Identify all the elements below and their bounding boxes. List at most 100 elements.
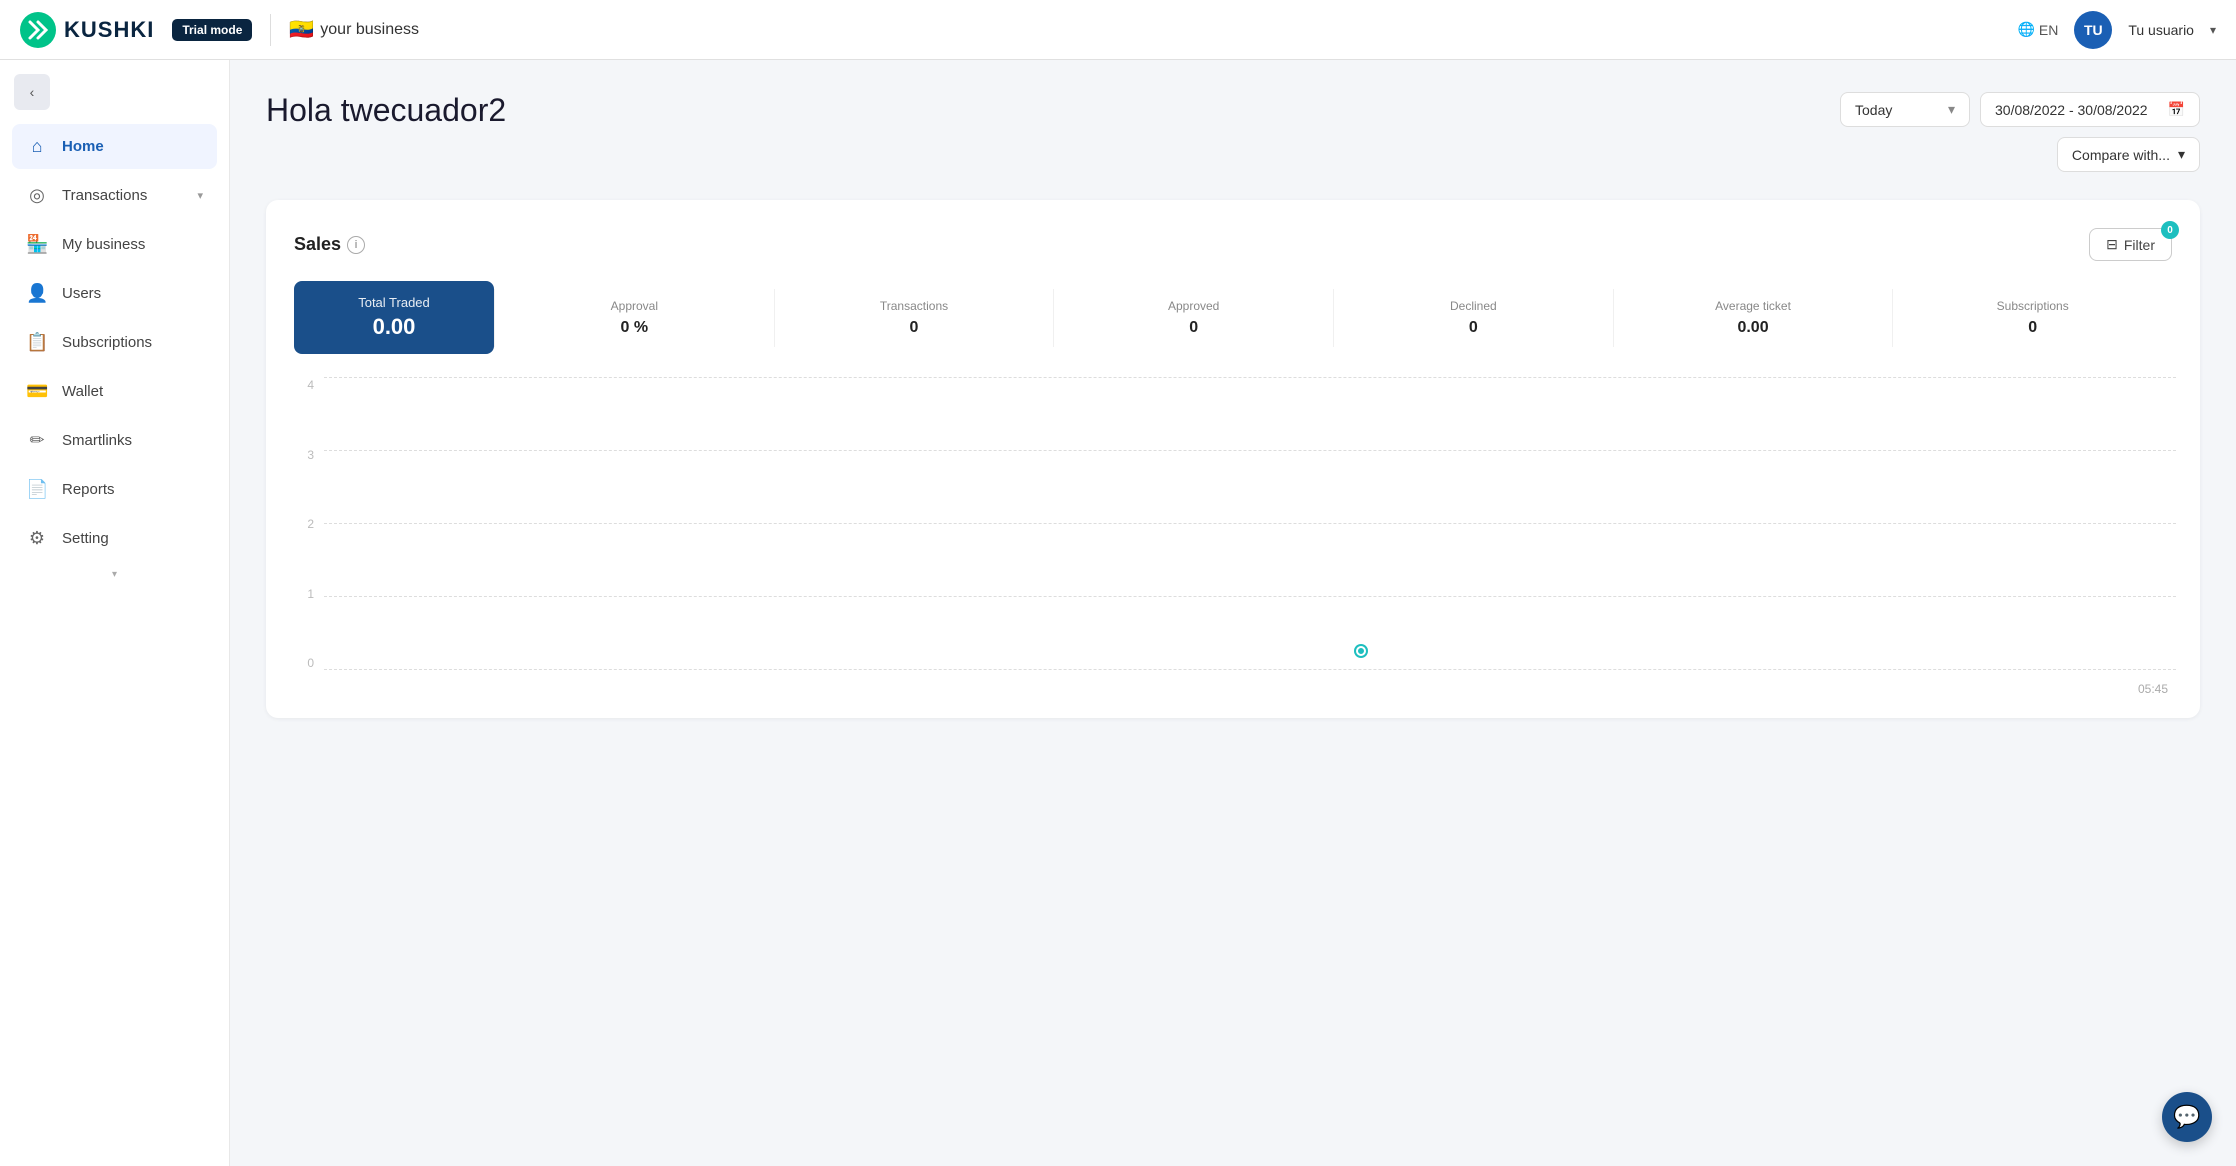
date-range-value: 30/08/2022 - 30/08/2022 (1995, 102, 2148, 118)
date-range-picker[interactable]: 30/08/2022 - 30/08/2022 📅 (1980, 92, 2200, 127)
sidebar-item-subscriptions[interactable]: 📋 Subscriptions (12, 320, 217, 365)
date-controls: Today ▾ 30/08/2022 - 30/08/2022 📅 (1840, 92, 2200, 127)
sidebar-item-label: My business (62, 236, 145, 253)
sidebar-item-label: Setting (62, 530, 109, 547)
total-traded-value: 0.00 (373, 314, 416, 340)
business-flag: 🇪🇨 (289, 17, 314, 42)
sidebar-item-label: Users (62, 285, 101, 302)
logo-text: KUSHKI (64, 17, 154, 43)
wallet-icon: 💳 (26, 381, 48, 402)
filter-count-badge: 0 (2161, 221, 2179, 239)
chart-data-point (1356, 646, 1366, 656)
sidebar-item-wallet[interactable]: 💳 Wallet (12, 369, 217, 414)
stats-row: Total Traded 0.00 Approval 0 % Transacti… (294, 281, 2172, 354)
header-controls: Today ▾ 30/08/2022 - 30/08/2022 📅 Compar… (1840, 92, 2200, 172)
chat-icon: 💬 (2173, 1104, 2200, 1130)
subscriptions-icon: 📋 (26, 332, 48, 353)
metric-value: 0 (1342, 319, 1605, 337)
stat-metric-declined: Declined 0 (1333, 289, 1613, 347)
chart-time-label: 05:45 (2138, 682, 2168, 696)
metric-value: 0.00 (1622, 319, 1885, 337)
filter-button[interactable]: ⊟ Filter 0 (2089, 228, 2172, 261)
sidebar-item-setting[interactable]: ⚙ Setting (12, 516, 217, 561)
chevron-down-icon: ▾ (197, 189, 203, 202)
topnav-divider (270, 14, 271, 46)
stat-metric-transactions: Transactions 0 (774, 289, 1054, 347)
sidebar-item-users[interactable]: 👤 Users (12, 271, 217, 316)
user-name: Tu usuario (2128, 22, 2194, 38)
sidebar-item-smartlinks[interactable]: ✏ Smartlinks (12, 418, 217, 463)
metric-label: Approved (1062, 299, 1325, 313)
kushki-logo-icon (20, 12, 56, 48)
reports-icon: 📄 (26, 479, 48, 500)
filter-label: Filter (2124, 237, 2155, 253)
calendar-icon: 📅 (2168, 101, 2185, 118)
chat-widget-button[interactable]: 💬 (2162, 1092, 2212, 1142)
period-dropdown-arrow: ▾ (1948, 101, 1955, 118)
home-icon: ⌂ (26, 136, 48, 157)
language-label: EN (2039, 22, 2058, 38)
metric-value: 0 % (503, 319, 766, 337)
compare-button[interactable]: Compare with... ▾ (2057, 137, 2200, 172)
chart-y-label-3: 3 (290, 448, 320, 462)
metric-label: Transactions (783, 299, 1046, 313)
sales-card: Sales i ⊟ Filter 0 Total Traded 0.00 (266, 200, 2200, 718)
metric-value: 0 (783, 319, 1046, 337)
metric-value: 0 (1062, 319, 1325, 337)
trial-badge: Trial mode (172, 19, 252, 41)
filter-icon: ⊟ (2106, 236, 2118, 253)
period-dropdown[interactable]: Today ▾ (1840, 92, 1970, 127)
sidebar-item-label: Transactions (62, 187, 147, 204)
sidebar-nav: ⌂ Home ◎ Transactions ▾ 🏪 My business 👤 … (0, 124, 229, 561)
metric-label: Declined (1342, 299, 1605, 313)
topnav-right: 🌐 EN TU Tu usuario ▾ (2017, 11, 2216, 49)
total-traded-card: Total Traded 0.00 (294, 281, 494, 354)
sidebar-item-label: Reports (62, 481, 115, 498)
chart-y-label-1: 1 (290, 587, 320, 601)
page-header: Hola twecuador2 Today ▾ 30/08/2022 - 30/… (266, 92, 2200, 172)
sidebar-item-my-business[interactable]: 🏪 My business (12, 222, 217, 267)
transactions-icon: ◎ (26, 185, 48, 206)
smartlinks-icon: ✏ (26, 430, 48, 451)
compare-chevron-icon: ▾ (2178, 146, 2185, 163)
chart-y-label-0: 0 (290, 656, 320, 670)
globe-icon: 🌐 (2017, 21, 2034, 38)
sidebar-item-transactions[interactable]: ◎ Transactions ▾ (12, 173, 217, 218)
metric-value: 0 (1901, 319, 2164, 337)
metric-label: Approval (503, 299, 766, 313)
sales-info-icon[interactable]: i (347, 236, 365, 254)
sidebar-scroll-indicator: ▾ (0, 561, 229, 588)
stat-metric-subscriptions: Subscriptions 0 (1892, 289, 2172, 347)
sidebar-item-label: Home (62, 138, 104, 155)
logo: KUSHKI Trial mode (20, 12, 252, 48)
sidebar-item-label: Wallet (62, 383, 103, 400)
chart-y-label-4: 4 (290, 378, 320, 392)
sidebar-collapse-button[interactable]: ‹ (14, 74, 50, 110)
layout: ‹ ⌂ Home ◎ Transactions ▾ 🏪 My business … (0, 60, 2236, 1166)
stat-metric-approved: Approved 0 (1053, 289, 1333, 347)
topnav: KUSHKI Trial mode 🇪🇨 your business 🌐 EN … (0, 0, 2236, 60)
language-selector[interactable]: 🌐 EN (2017, 21, 2058, 38)
stat-metric-average-ticket: Average ticket 0.00 (1613, 289, 1893, 347)
stat-metric-approval: Approval 0 % (494, 289, 774, 347)
setting-icon: ⚙ (26, 528, 48, 549)
sidebar: ‹ ⌂ Home ◎ Transactions ▾ 🏪 My business … (0, 60, 230, 1166)
chart-y-label-2: 2 (290, 517, 320, 531)
business-name: your business (320, 21, 419, 39)
compare-label: Compare with... (2072, 147, 2170, 163)
page-title: Hola twecuador2 (266, 92, 506, 129)
sidebar-item-reports[interactable]: 📄 Reports (12, 467, 217, 512)
main-content: Hola twecuador2 Today ▾ 30/08/2022 - 30/… (230, 60, 2236, 1166)
period-label: Today (1855, 102, 1892, 118)
sales-card-header: Sales i ⊟ Filter 0 (294, 228, 2172, 261)
user-avatar[interactable]: TU (2074, 11, 2112, 49)
sidebar-item-label: Subscriptions (62, 334, 152, 351)
sales-title: Sales i (294, 234, 365, 255)
my-business-icon: 🏪 (26, 234, 48, 255)
sidebar-item-home[interactable]: ⌂ Home (12, 124, 217, 169)
users-icon: 👤 (26, 283, 48, 304)
metric-label: Average ticket (1622, 299, 1885, 313)
user-menu-chevron[interactable]: ▾ (2210, 23, 2216, 37)
chart-area: 0 1 2 3 4 05:45 (290, 378, 2176, 698)
stats-metrics: Approval 0 % Transactions 0 Approved 0 D… (494, 281, 2172, 354)
